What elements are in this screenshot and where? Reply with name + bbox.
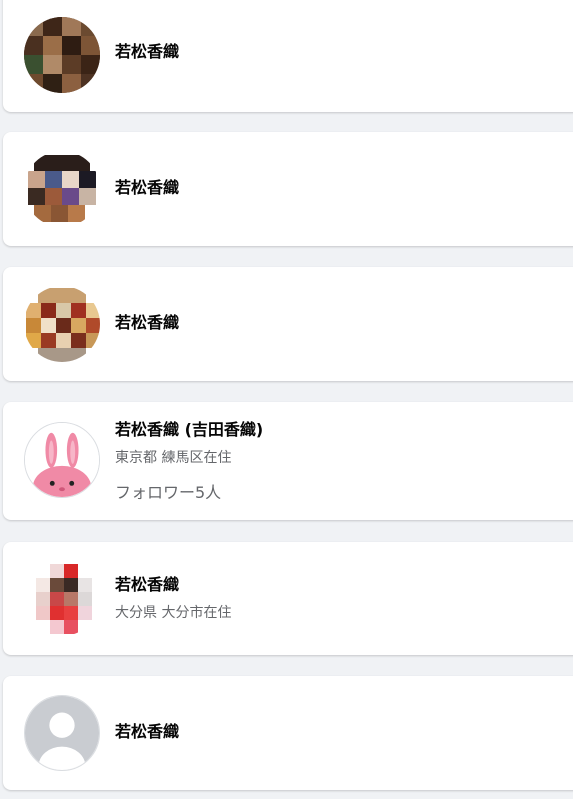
profile-followers: フォロワー5人 [115, 483, 222, 502]
profile-avatar[interactable] [24, 17, 100, 93]
profile-avatar[interactable] [24, 151, 100, 227]
profile-avatar[interactable] [24, 286, 100, 362]
profile-avatar[interactable] [24, 695, 100, 771]
profile-name[interactable]: 若松香織 [115, 722, 179, 742]
pixelated-photo-icon [24, 286, 100, 362]
profile-result-card[interactable]: 若松香織 [3, 676, 573, 790]
default-person-icon [25, 696, 99, 770]
profile-name[interactable]: 若松香織 [115, 42, 179, 62]
profile-result-card[interactable]: 若松香織 大分県 大分市在住 [3, 542, 573, 655]
profile-result-card[interactable]: 若松香織 (吉田香織) 東京都 練馬区在住 フォロワー5人 [3, 402, 573, 520]
profile-name[interactable]: 若松香織 [115, 313, 179, 333]
profile-location: 大分県 大分市在住 [115, 605, 232, 621]
profile-result-card[interactable]: 若松香織 [3, 0, 573, 112]
pixelated-photo-icon [24, 560, 100, 636]
profile-name[interactable]: 若松香織 [115, 575, 179, 595]
profile-result-card[interactable]: 若松香織 [3, 132, 573, 246]
profile-avatar[interactable] [24, 422, 100, 498]
pixelated-photo-icon [24, 17, 100, 93]
profile-result-card[interactable]: 若松香織 [3, 267, 573, 381]
rabbit-icon [25, 423, 99, 497]
profile-avatar[interactable] [24, 560, 100, 636]
profile-location: 東京都 練馬区在住 [115, 450, 232, 466]
profile-name[interactable]: 若松香織 [115, 178, 179, 198]
pixelated-photo-icon [24, 151, 100, 227]
profile-name[interactable]: 若松香織 (吉田香織) [115, 420, 263, 440]
